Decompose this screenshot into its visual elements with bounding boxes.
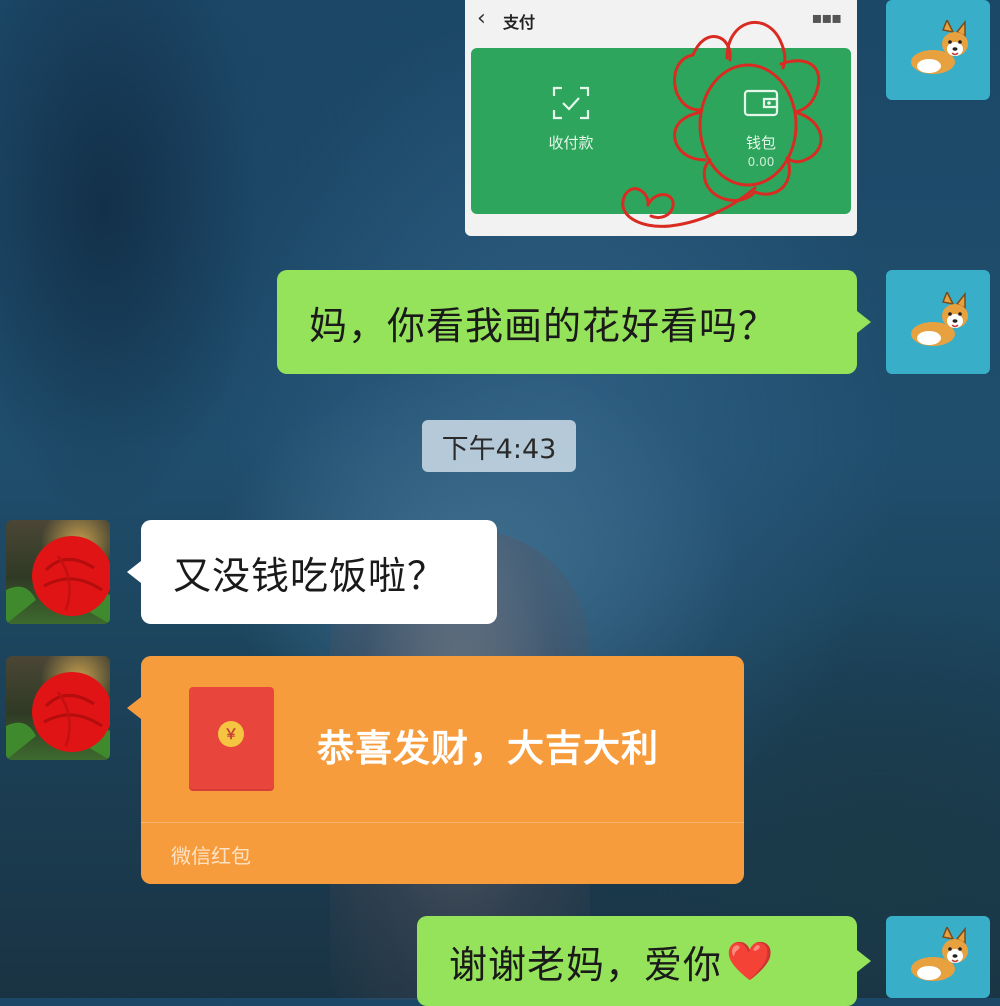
corgi-avatar-icon	[911, 20, 968, 74]
bubble-tail	[127, 561, 141, 583]
message-bubble-self[interactable]: 妈，你看我画的花好看吗？	[277, 270, 857, 374]
red-packet-divider	[141, 822, 744, 823]
red-packet-message[interactable]: ￥ 恭喜发财，大吉大利 微信红包	[141, 656, 744, 884]
message-bubble-mom[interactable]: 又没钱吃饭啦？	[141, 520, 497, 624]
corgi-avatar-icon	[911, 927, 968, 981]
message-text: 又没钱吃饭啦？	[173, 553, 447, 598]
red-packet-title: 恭喜发财，大吉大利	[317, 727, 659, 770]
corgi-avatar-icon	[911, 292, 968, 346]
bubble-tail	[857, 950, 871, 972]
message-bubble-self[interactable]: 谢谢老妈，爱你 ❤️	[417, 916, 857, 1006]
red-rose-avatar-icon	[6, 672, 110, 760]
message-text: 妈，你看我画的花好看吗？	[309, 303, 778, 348]
flower-doodle	[621, 21, 823, 228]
image-message-screenshot[interactable]: ‹ 支付 ▪▪▪ 收付款 钱包 0.00	[465, 0, 857, 236]
red-packet-coin: ￥	[218, 721, 244, 747]
self-avatar[interactable]	[886, 270, 990, 374]
bubble-tail	[127, 697, 141, 719]
red-packet-icon: ￥	[189, 687, 274, 791]
bubble-tail	[857, 311, 871, 333]
mom-avatar[interactable]	[6, 520, 110, 624]
self-avatar[interactable]	[886, 916, 990, 998]
background-tree-shadow	[0, 0, 260, 520]
mom-avatar[interactable]	[6, 656, 110, 760]
self-avatar[interactable]	[886, 0, 990, 100]
heart-emoji: ❤️	[726, 938, 775, 983]
red-rose-avatar-icon	[6, 536, 110, 624]
message-text: 谢谢老妈，爱你	[449, 942, 723, 987]
red-packet-footer: 微信红包	[171, 844, 251, 868]
chat-timestamp: 下午4:43	[422, 420, 576, 472]
